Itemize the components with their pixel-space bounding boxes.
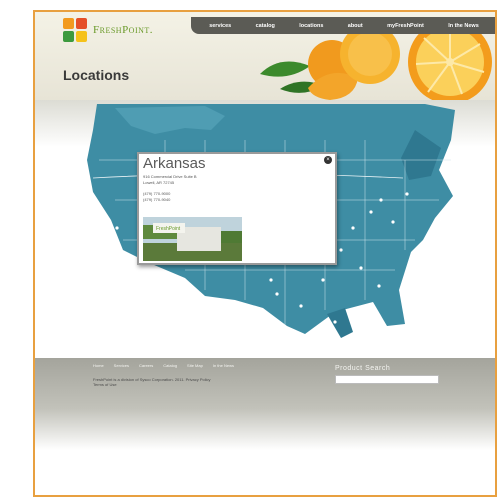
footer-link-catalog[interactable]: Catalog (163, 363, 177, 368)
popup-fax: (479) 770-9040 (143, 197, 171, 202)
terms-link[interactable]: Terms of Use (93, 382, 293, 387)
logo-icon (63, 18, 87, 42)
brand-name: FreshPoint. (93, 24, 154, 36)
nav-catalog[interactable]: catalog (256, 23, 275, 29)
popup-address-line1: 916 Commercial Drive Suite B (143, 174, 197, 179)
page-title: Locations (63, 67, 130, 83)
facility-photo: FreshPoint (143, 217, 242, 261)
nav-myfreshpoint[interactable]: myFreshPoint (387, 23, 424, 29)
photo-sign-text: FreshPoint (156, 226, 181, 232)
nav-locations[interactable]: locations (299, 23, 323, 29)
orange-fruit-banner (260, 34, 492, 104)
site-header: FreshPoint. services catalog locations a… (35, 12, 495, 104)
popup-title: Arkansas (143, 155, 206, 172)
footer-link-careers[interactable]: Careers (139, 363, 153, 368)
nav-in-the-news[interactable]: In the News (448, 23, 479, 29)
nav-services[interactable]: services (209, 23, 231, 29)
site-footer: Home Services Careers Catalog Site Map I… (35, 358, 495, 450)
footer-copyright: FreshPoint is a division of Sysco Corpor… (93, 377, 293, 387)
footer-link-in-the-news[interactable]: In the News (213, 363, 234, 368)
location-popup: Arkansas × 916 Commercial Drive Suite B … (137, 152, 337, 265)
footer-link-services[interactable]: Services (114, 363, 129, 368)
main-nav: services catalog locations about myFresh… (191, 17, 495, 34)
popup-address-line2: Lowell, AR 72745 (143, 180, 175, 185)
footer-link-site-map[interactable]: Site Map (187, 363, 203, 368)
popup-phone: (479) 770-9000 (143, 191, 171, 196)
footer-links: Home Services Careers Catalog Site Map I… (93, 363, 234, 368)
nav-about[interactable]: about (348, 23, 363, 29)
footer-link-home[interactable]: Home (93, 363, 104, 368)
product-search-input[interactable] (335, 375, 439, 384)
product-search-label: Product Search (335, 365, 391, 372)
page-frame: FreshPoint. services catalog locations a… (33, 10, 497, 497)
brand-logo[interactable]: FreshPoint. (63, 18, 153, 42)
close-icon[interactable]: × (324, 156, 332, 164)
